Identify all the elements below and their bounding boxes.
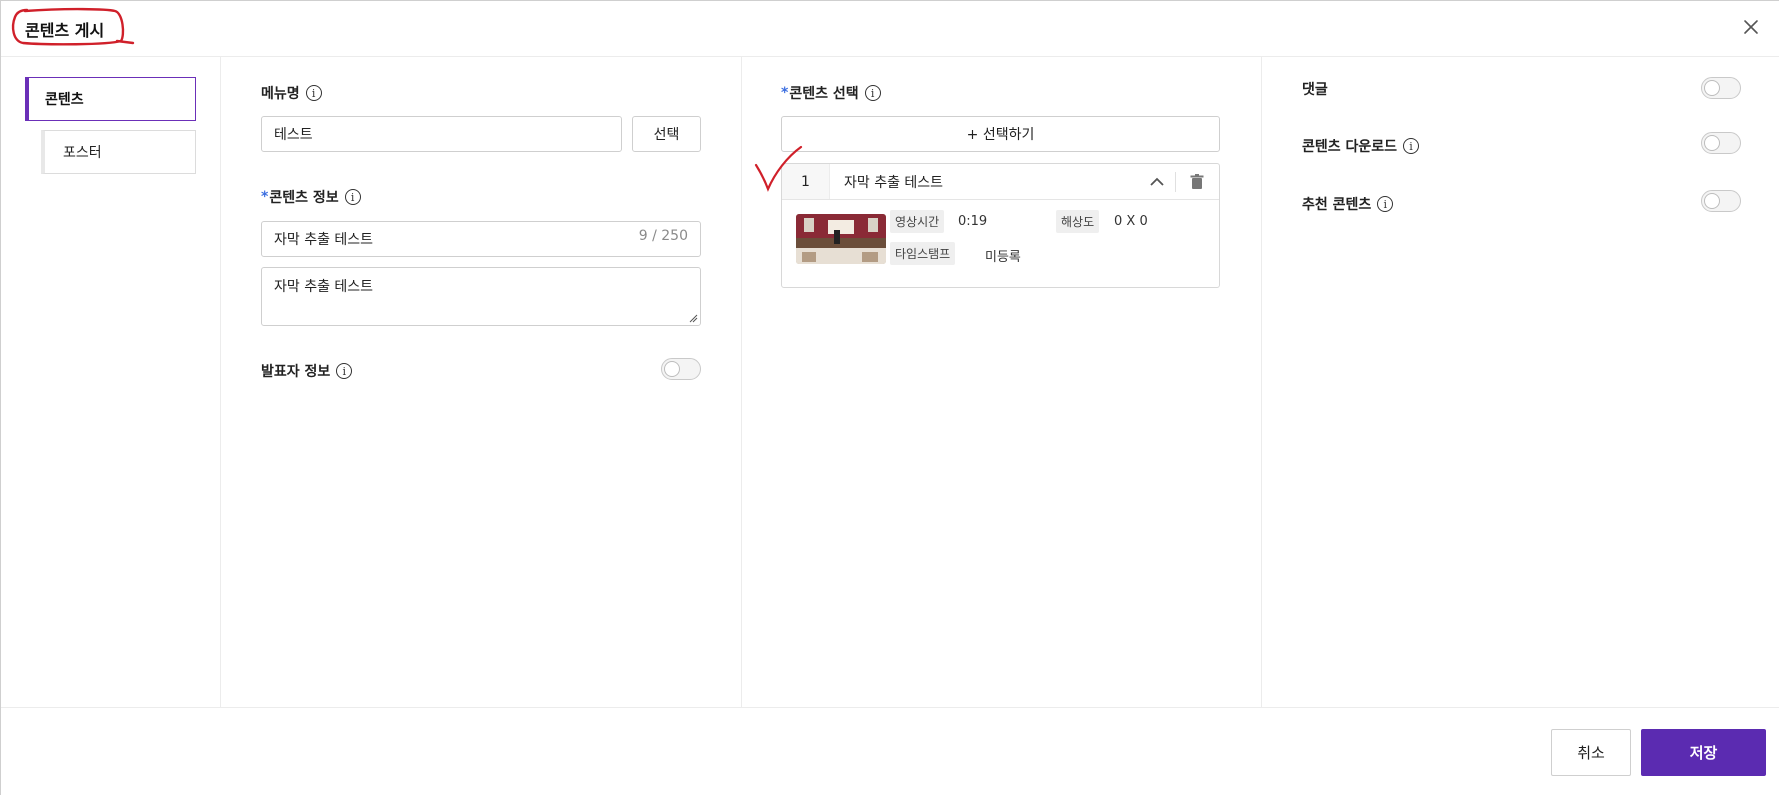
menu-select-button[interactable]: 선택	[632, 116, 701, 152]
dialog-title: 콘텐츠 게시	[25, 21, 105, 40]
close-icon[interactable]	[1739, 15, 1763, 39]
column-divider	[741, 57, 742, 707]
publish-content-dialog: 콘텐츠 게시 콘텐츠 포스터 메뉴명 i 테스트 선택 * 콘텐츠 정보 i 자…	[0, 0, 1779, 795]
menu-name-label-text: 메뉴명	[261, 86, 300, 102]
recommended-label: 추천 콘텐츠 i	[1302, 194, 1394, 214]
chevron-up-icon[interactable]	[1147, 172, 1167, 192]
content-info-label: * 콘텐츠 정보 i	[261, 187, 361, 207]
nav-item-contents[interactable]: 콘텐츠	[25, 77, 196, 121]
content-title-input[interactable]: 자막 추출 테스트 9 / 250	[261, 221, 701, 257]
add-content-button[interactable]: + 선택하기	[781, 116, 1220, 152]
menu-name-label: 메뉴명 i	[261, 83, 322, 103]
toggle-knob	[1704, 193, 1720, 209]
content-title-value: 자막 추출 테스트	[274, 232, 374, 248]
cancel-button-label: 취소	[1577, 744, 1605, 762]
duration-value: 0:19	[958, 214, 988, 229]
required-mark: *	[781, 85, 789, 101]
content-description-value: 자막 추출 테스트	[274, 279, 374, 295]
content-select-label: * 콘텐츠 선택 i	[781, 83, 881, 103]
timestamp-value: 미등록	[985, 250, 1021, 265]
nav-item-label: 콘텐츠	[45, 92, 84, 108]
content-select-label-text: 콘텐츠 선택	[789, 86, 859, 102]
menu-name-input[interactable]: 테스트	[261, 116, 622, 152]
comments-toggle[interactable]	[1701, 77, 1741, 99]
timestamp-tag: 타임스탬프	[890, 242, 956, 265]
required-mark: *	[261, 189, 269, 205]
content-item-header: 1 자막 추출 테스트	[782, 164, 1219, 200]
info-icon[interactable]: i	[344, 189, 361, 205]
info-icon[interactable]: i	[336, 363, 353, 379]
nav-item-label: 포스터	[63, 145, 102, 161]
resolution-tag: 해상도	[1056, 210, 1100, 233]
recommended-label-text: 추천 콘텐츠	[1302, 197, 1372, 213]
resolution-value: 0 X 0	[1114, 214, 1148, 229]
save-button[interactable]: 저장	[1641, 729, 1766, 776]
menu-select-button-label: 선택	[653, 127, 680, 143]
nav-item-poster[interactable]: 포스터	[41, 130, 196, 174]
info-icon[interactable]: i	[864, 85, 881, 101]
toggle-knob	[664, 361, 680, 377]
info-icon[interactable]: i	[1377, 196, 1394, 212]
column-divider	[1261, 57, 1262, 707]
recommended-toggle[interactable]	[1701, 190, 1741, 212]
video-thumbnail	[796, 214, 886, 264]
content-info-label-text: 콘텐츠 정보	[269, 190, 339, 206]
content-item-title: 자막 추출 테스트	[844, 175, 944, 191]
toggle-knob	[1704, 80, 1720, 96]
divider	[1175, 172, 1176, 192]
duration-tag: 영상시간	[890, 210, 945, 233]
save-button-label: 저장	[1689, 744, 1718, 762]
trash-icon[interactable]	[1187, 172, 1207, 192]
comments-label-text: 댓글	[1302, 82, 1328, 98]
dialog-footer	[1, 707, 1779, 796]
column-divider	[220, 57, 221, 707]
download-label-text: 콘텐츠 다운로드	[1302, 139, 1398, 155]
content-description-textarea[interactable]: 자막 추출 테스트	[261, 267, 701, 326]
info-icon[interactable]: i	[305, 85, 322, 101]
download-label: 콘텐츠 다운로드 i	[1302, 136, 1420, 156]
presenter-info-label: 발표자 정보 i	[261, 361, 353, 381]
comments-label: 댓글	[1302, 79, 1328, 99]
info-icon[interactable]: i	[1403, 138, 1420, 154]
add-content-button-label: + 선택하기	[966, 127, 1035, 143]
download-toggle[interactable]	[1701, 132, 1741, 154]
content-item-card: 1 자막 추출 테스트 영상시간 0:19 해상도 0 X 0 타임스탬프 미등…	[781, 163, 1220, 288]
content-item-index: 1	[782, 164, 830, 199]
toggle-knob	[1704, 135, 1720, 151]
dialog-header: 콘텐츠 게시	[1, 1, 1779, 57]
presenter-info-toggle[interactable]	[661, 358, 701, 380]
char-counter: 9 / 250	[638, 228, 688, 244]
presenter-info-label-text: 발표자 정보	[261, 364, 331, 380]
cancel-button[interactable]: 취소	[1551, 729, 1631, 776]
resize-handle-icon[interactable]	[688, 313, 698, 323]
menu-name-value: 테스트	[274, 127, 313, 143]
